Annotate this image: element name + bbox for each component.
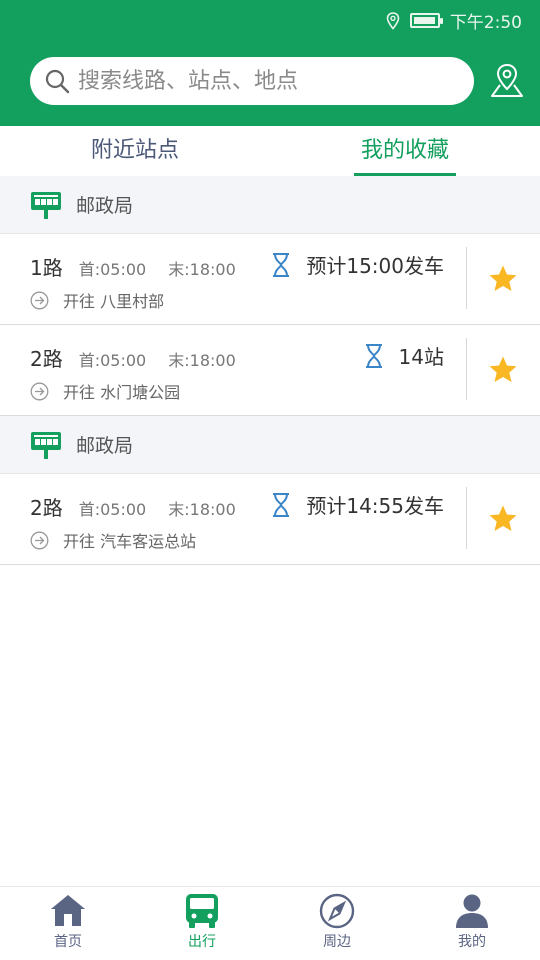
nav-travel[interactable]: 出行: [157, 893, 247, 951]
bus-stop-icon: [31, 431, 61, 459]
route-direction: 开往 水门塘公园: [63, 383, 181, 402]
tab-bar: 附近站点 我的收藏: [0, 126, 540, 176]
eta-info: 14站: [363, 341, 444, 370]
hourglass-icon: [273, 492, 290, 517]
last-bus-time: 末:18:00: [168, 500, 236, 519]
star-icon[interactable]: [488, 504, 518, 534]
home-icon: [51, 895, 85, 926]
nav-profile-label: 我的: [458, 934, 486, 950]
location-status-icon: [386, 11, 400, 30]
status-bar: 下午2:50: [0, 0, 540, 36]
star-icon[interactable]: [488, 264, 518, 294]
last-bus-time: 末:18:00: [168, 351, 236, 370]
route-number: 2路: [30, 347, 63, 371]
status-time: 下午2:50: [449, 13, 522, 33]
search-input[interactable]: [78, 68, 438, 94]
nav-home[interactable]: 首页: [23, 893, 113, 951]
search-icon: [45, 69, 70, 94]
eta-info: 预计14:55发车: [270, 490, 444, 519]
route-number: 2路: [30, 496, 63, 520]
nav-nearby[interactable]: 周边: [292, 893, 382, 951]
stop-header[interactable]: 邮政局: [0, 176, 540, 234]
route-direction: 开往 汽车客运总站: [63, 532, 197, 551]
bottom-nav: 首页 出行 周边 我的: [0, 886, 540, 960]
nav-travel-label: 出行: [188, 934, 216, 950]
direction-arrow-icon: [30, 291, 49, 309]
eta-text: 14站: [398, 345, 444, 369]
divider: [466, 487, 467, 549]
route-row[interactable]: 2路 首:05:00 末:18:00 开往 水门塘公园 14站: [0, 325, 540, 416]
direction-arrow-icon: [30, 382, 49, 400]
divider: [466, 338, 467, 400]
first-bus-time: 首:05:00: [78, 351, 147, 370]
map-location-icon[interactable]: [488, 62, 526, 100]
stop-header[interactable]: 邮政局: [0, 416, 540, 474]
hourglass-icon: [365, 343, 382, 368]
bus-stop-icon: [31, 191, 61, 219]
nav-home-label: 首页: [54, 934, 82, 950]
favorites-list: 邮政局 1路 首:05:00 末:18:00 开往 八里村部 预计15:00发车: [0, 176, 540, 565]
route-row[interactable]: 1路 首:05:00 末:18:00 开往 八里村部 预计15:00发车: [0, 234, 540, 325]
compass-icon: [319, 893, 355, 929]
nav-nearby-label: 周边: [323, 934, 351, 950]
search-bar[interactable]: [30, 57, 474, 105]
stop-name: 邮政局: [76, 435, 134, 457]
tab-my-favorites[interactable]: 我的收藏: [354, 126, 456, 176]
hourglass-icon: [273, 252, 290, 277]
tab-nearby-stops[interactable]: 附近站点: [70, 126, 200, 176]
first-bus-time: 首:05:00: [78, 500, 147, 519]
nav-profile[interactable]: 我的: [427, 893, 517, 951]
star-icon[interactable]: [488, 355, 518, 385]
tab-nearby-stops-label: 附近站点: [90, 138, 179, 163]
user-icon: [456, 894, 488, 928]
eta-info: 预计15:00发车: [270, 250, 444, 279]
first-bus-time: 首:05:00: [78, 260, 147, 279]
route-row[interactable]: 2路 首:05:00 末:18:00 开往 汽车客运总站 预计14:55发车: [0, 474, 540, 565]
eta-text: 预计14:55发车: [306, 494, 444, 518]
route-number: 1路: [30, 256, 63, 280]
divider: [466, 247, 467, 309]
stop-name: 邮政局: [76, 195, 134, 217]
tab-my-favorites-label: 我的收藏: [360, 138, 449, 163]
battery-icon: [409, 13, 443, 28]
route-direction: 开往 八里村部: [63, 292, 165, 311]
direction-arrow-icon: [30, 531, 49, 549]
bus-icon: [186, 894, 218, 928]
app-header: 下午2:50: [0, 0, 540, 126]
eta-text: 预计15:00发车: [306, 254, 444, 278]
last-bus-time: 末:18:00: [168, 260, 236, 279]
